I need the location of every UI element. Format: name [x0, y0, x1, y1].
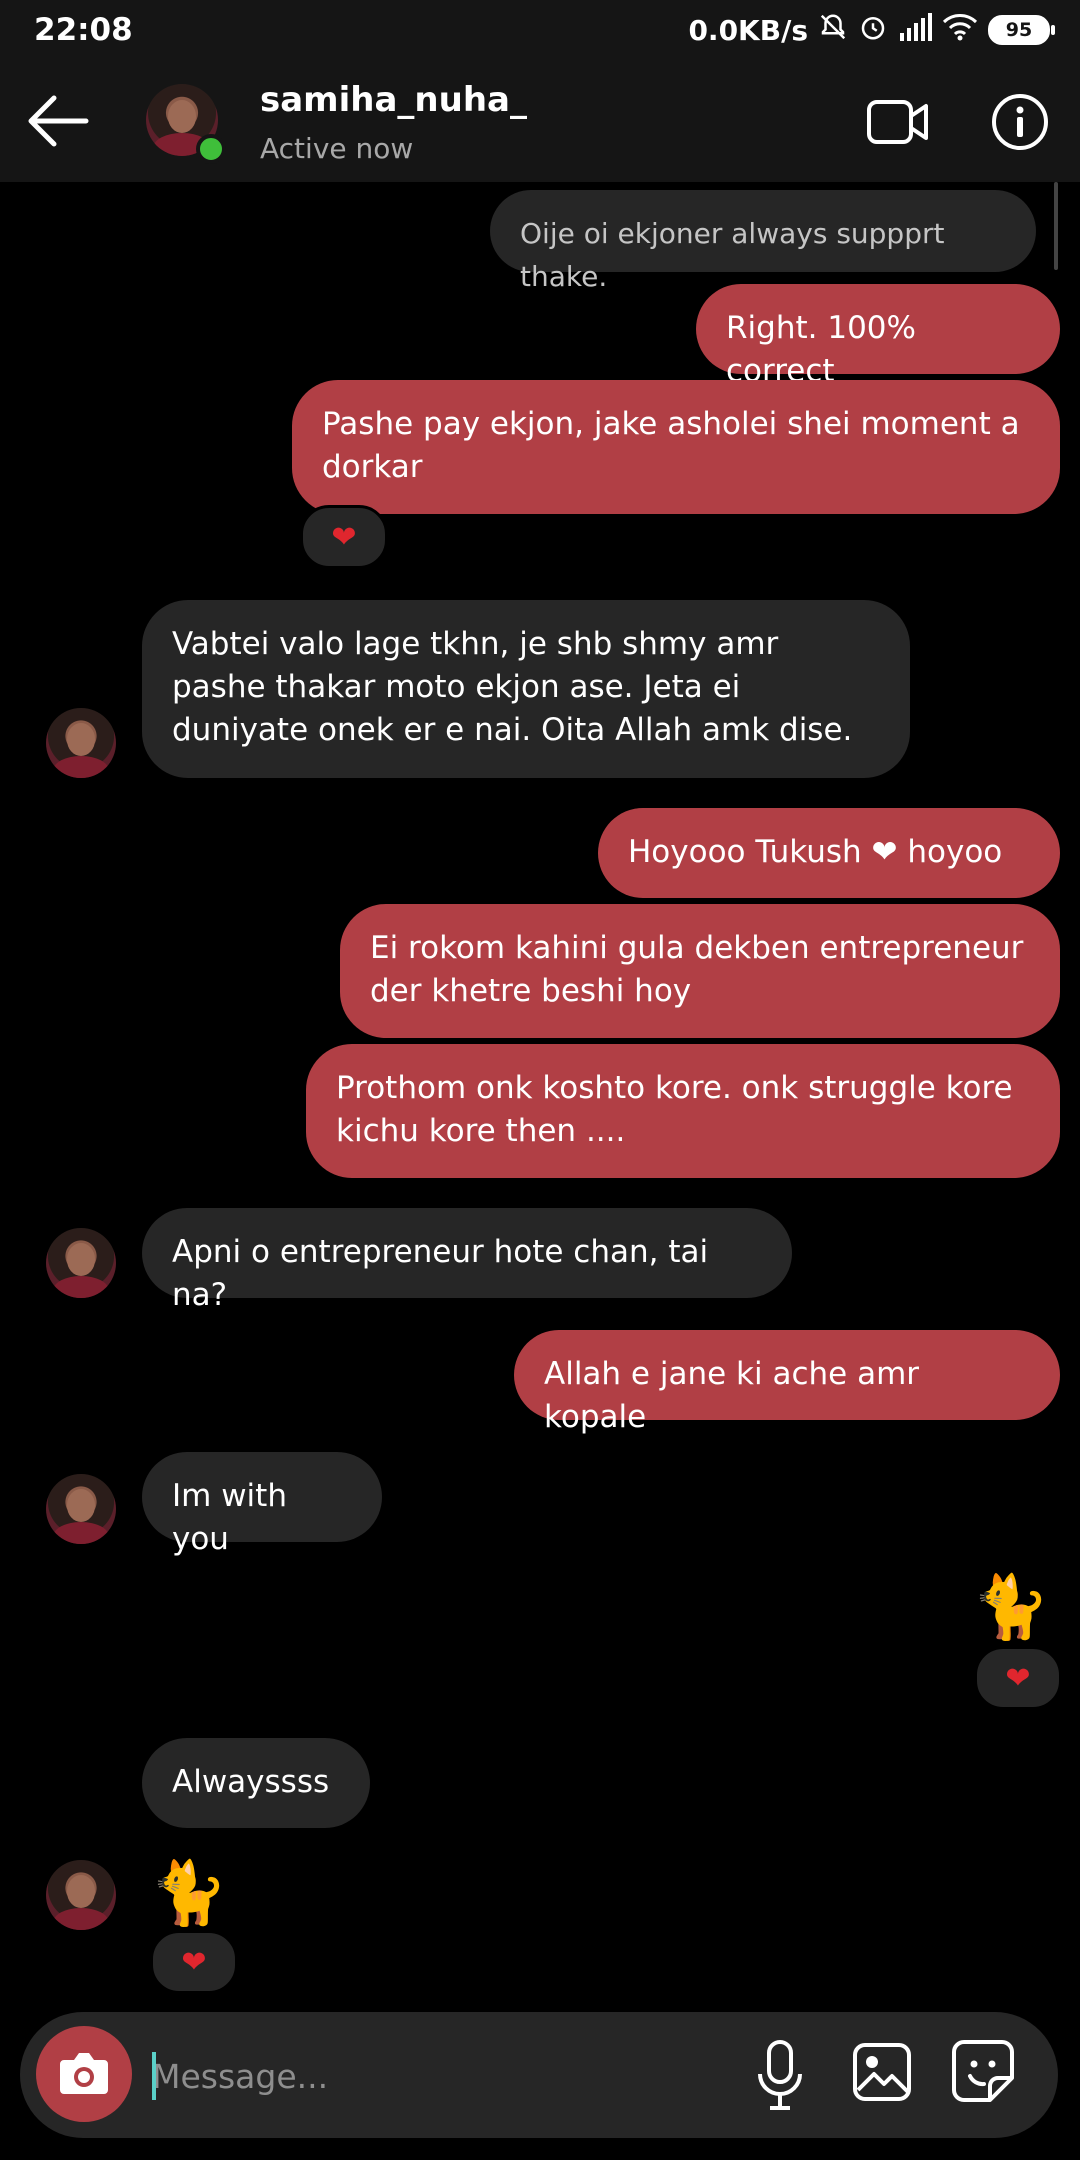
- info-icon: [992, 94, 1048, 150]
- message-outgoing[interactable]: Hoyooo Tukush ❤ hoyoo: [598, 808, 1060, 898]
- battery-level: 95: [1005, 19, 1033, 41]
- heart-reaction[interactable]: ❤: [974, 1646, 1062, 1710]
- avatar-image: [46, 1860, 116, 1930]
- message-incoming[interactable]: Alwayssss: [142, 1738, 370, 1828]
- message-outgoing[interactable]: Ei rokom kahini gula dekben entrepreneur…: [340, 904, 1060, 1038]
- message-outgoing[interactable]: Pashe pay ekjon, jake asholei shei momen…: [292, 380, 1060, 514]
- active-status: Active now: [260, 132, 414, 165]
- microphone-icon: [758, 2040, 802, 2110]
- wifi-icon: [942, 13, 978, 48]
- message-incoming[interactable]: Vabtei valo lage tkhn, je shb shmy amr p…: [142, 600, 910, 778]
- message-incoming[interactable]: Oije oi ekjoner always suppprt thake.: [490, 190, 1036, 293]
- alarm-icon: [858, 12, 888, 49]
- camera-icon: [60, 2053, 108, 2094]
- sticker-button[interactable]: [950, 2038, 1016, 2104]
- chat-header: samiha_nuha_ Active now: [0, 60, 1080, 182]
- gallery-button[interactable]: [850, 2040, 914, 2104]
- back-button[interactable]: [24, 90, 94, 152]
- message-outgoing[interactable]: Right. 100% correct: [696, 284, 1060, 389]
- status-time: 22:08: [34, 12, 133, 48]
- gallery-icon: [853, 2043, 911, 2101]
- sender-avatar[interactable]: [46, 1860, 116, 1930]
- mute-bell-icon: [818, 12, 848, 49]
- sender-avatar[interactable]: [46, 708, 116, 778]
- microphone-button[interactable]: [752, 2036, 808, 2114]
- signal-icon: [898, 12, 932, 48]
- sender-avatar[interactable]: [46, 1474, 116, 1544]
- video-call-icon: [867, 100, 928, 144]
- chat-username[interactable]: samiha_nuha_: [260, 80, 527, 120]
- battery-icon: 95: [988, 15, 1055, 45]
- back-arrow-icon: [28, 95, 89, 147]
- heart-reaction[interactable]: ❤: [150, 1930, 238, 1994]
- sticker-icon: [952, 2040, 1014, 2102]
- heart-icon: ❤: [181, 1944, 207, 1980]
- avatar-image: [46, 708, 116, 778]
- scrollbar[interactable]: [1054, 182, 1058, 270]
- info-button[interactable]: [990, 92, 1050, 152]
- heart-icon: ❤: [1005, 1660, 1031, 1696]
- cat-sticker[interactable]: 🐈: [972, 1572, 1049, 1642]
- message-outgoing[interactable]: Allah e jane ki ache amr kopale: [514, 1330, 1060, 1435]
- message-incoming[interactable]: Im with you: [142, 1452, 382, 1557]
- cat-sticker[interactable]: 🐈: [150, 1858, 227, 1928]
- avatar-image: [46, 1228, 116, 1298]
- message-outgoing[interactable]: Prothom onk koshto kore. onk struggle ko…: [306, 1044, 1060, 1178]
- network-speed: 0.0KB/s: [688, 13, 808, 47]
- sender-avatar[interactable]: [46, 1228, 116, 1298]
- text-caret: [152, 2052, 156, 2100]
- avatar-image: [46, 1474, 116, 1544]
- heart-reaction[interactable]: ❤: [300, 505, 388, 569]
- camera-button[interactable]: [36, 2026, 132, 2122]
- message-incoming[interactable]: Apni o entrepreneur hote chan, tai na?: [142, 1208, 792, 1313]
- video-call-button[interactable]: [866, 94, 930, 150]
- status-indicators: 0.0KB/s 95: [688, 10, 1055, 50]
- online-indicator: [196, 134, 226, 164]
- heart-icon: ❤: [331, 519, 357, 555]
- message-input[interactable]: [150, 2040, 734, 2112]
